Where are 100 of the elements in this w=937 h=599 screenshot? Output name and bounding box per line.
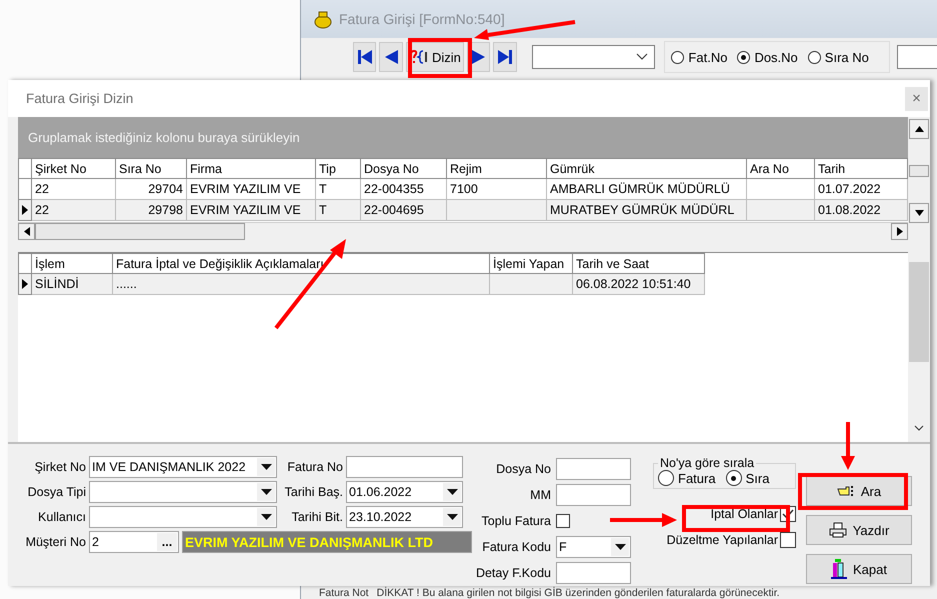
field-label: Kullanıcı <box>37 510 86 524</box>
table-cell: 29798 <box>116 200 187 221</box>
file-type-combo[interactable] <box>89 481 277 503</box>
table-cell: SİLİNDİ <box>32 274 113 295</box>
column-header[interactable]: Şirket No <box>32 158 116 179</box>
caret-icon <box>614 544 626 550</box>
caret-icon <box>446 514 458 520</box>
index-button[interactable]: Dizin <box>406 42 464 72</box>
row-indicator[interactable] <box>18 200 32 221</box>
input-field[interactable] <box>556 458 631 480</box>
field-label: Müşteri No <box>24 535 86 549</box>
caret-icon <box>260 464 272 470</box>
nav-button[interactable] <box>379 42 403 72</box>
checkbox[interactable] <box>556 514 570 528</box>
table-cell: 29704 <box>116 179 187 200</box>
field-label: Şirket No <box>34 460 86 474</box>
field-label: Dosya Tipi <box>26 485 86 499</box>
date-field[interactable]: 23.10.2022 <box>346 506 463 528</box>
row-pointer-icon <box>22 205 28 215</box>
column-header[interactable]: Tip <box>316 158 361 179</box>
money-bag-icon <box>313 9 333 29</box>
skip-arrow-icon <box>497 49 514 65</box>
search-combo[interactable] <box>532 45 656 69</box>
field-label: Fatura Kodu <box>481 540 551 554</box>
arrow-down-icon <box>914 210 924 216</box>
table-cell: EVRIM YAZILIM VE <box>187 179 316 200</box>
skip-arrow-icon <box>356 49 373 65</box>
radio-option[interactable]: Dos.No <box>737 50 798 64</box>
field-label: Tarihi Bit. <box>290 510 343 524</box>
column-header[interactable]: Sıra No <box>116 158 187 179</box>
nav-button[interactable] <box>493 42 517 72</box>
dialog-title: Fatura Girişi Dizin <box>26 91 134 106</box>
company-combo[interactable]: IM VE DANIŞMANLIK 2022 <box>89 456 277 478</box>
caret-icon <box>260 514 272 520</box>
window-title: Fatura Girişi [FormNo:540] <box>339 11 505 27</box>
input-field[interactable] <box>556 484 631 506</box>
field-label: Toplu Fatura <box>480 514 551 528</box>
table-cell: 01.07.2022 <box>815 179 908 200</box>
arrow-right-icon <box>896 227 902 236</box>
action-button[interactable]: Kapat <box>806 554 912 584</box>
action-button[interactable]: Ara <box>806 476 912 506</box>
scroll-thumb[interactable] <box>909 262 929 362</box>
vertical-scrollbar[interactable] <box>908 252 930 442</box>
column-header[interactable]: Ara No <box>747 158 815 179</box>
checkbox-option[interactable]: Düzeltme Yapılanlar <box>666 529 796 551</box>
vertical-scrollbar[interactable] <box>908 117 930 223</box>
field-label: MM <box>529 488 551 502</box>
input-field[interactable] <box>556 562 631 584</box>
column-header[interactable]: İşlem <box>32 253 113 274</box>
column-header[interactable]: Dosya No <box>361 158 447 179</box>
column-header[interactable]: Tarih <box>815 158 908 179</box>
column-header[interactable]: Fatura İptal ve Değişiklik Açıklamaları <box>113 253 490 274</box>
close-button[interactable]: × <box>905 86 928 110</box>
code-combo[interactable]: F <box>556 536 631 558</box>
scroll-thumb[interactable] <box>35 223 245 240</box>
table-cell: 01.08.2022 <box>815 200 908 221</box>
input-field[interactable] <box>897 45 937 69</box>
field-label: Dosya No <box>495 462 551 476</box>
group-panel-hint: Gruplamak istediğiniz kolonu buraya sürükleyin <box>18 117 908 158</box>
radio-option[interactable]: Fat.No <box>671 50 728 64</box>
horizontal-scrollbar[interactable] <box>18 222 908 241</box>
table-cell: T <box>316 200 361 221</box>
caret-icon <box>446 489 458 495</box>
customer-name: EVRIM YAZILIM VE DANIŞMANLIK LTD <box>182 531 472 553</box>
column-header[interactable]: Firma <box>187 158 316 179</box>
checkbox-option[interactable]: İptal Olanlar <box>710 503 796 525</box>
input-field[interactable] <box>346 456 463 478</box>
row-indicator[interactable] <box>18 274 32 295</box>
table-cell: 22 <box>32 179 116 200</box>
table-cell: 22-004355 <box>361 179 447 200</box>
table-cell: EVRIM YAZILIM VE <box>187 200 316 221</box>
customer-field[interactable]: 2 ... <box>89 531 179 553</box>
user-combo[interactable] <box>89 506 277 528</box>
table-cell: 06.08.2022 10:51:40 <box>573 274 705 295</box>
radio-option[interactable]: Sıra <box>726 470 770 486</box>
arrow-icon <box>470 49 487 65</box>
browse-button[interactable]: ... <box>157 533 177 551</box>
field-label: Tarihi Baş. <box>284 485 343 499</box>
action-button[interactable]: Yazdır <box>806 515 912 545</box>
column-header[interactable]: Rejim <box>447 158 547 179</box>
chevron-down-icon <box>914 425 924 431</box>
scroll-thumb[interactable] <box>909 165 929 177</box>
table-cell: T <box>316 179 361 200</box>
header-corner <box>18 158 32 179</box>
caret-icon <box>260 489 272 495</box>
table-cell: ...... <box>113 274 490 295</box>
column-header[interactable]: İşlemi Yapan <box>490 253 573 274</box>
nav-button[interactable] <box>353 42 376 72</box>
radio-option[interactable]: Fatura <box>658 470 716 486</box>
radio-option[interactable]: Sıra No <box>808 50 869 64</box>
exit-figure-icon <box>831 559 847 579</box>
column-header[interactable]: Gümrük <box>547 158 747 179</box>
row-pointer-icon <box>22 279 28 289</box>
column-header[interactable]: Tarih ve Saat <box>573 253 705 274</box>
date-field[interactable]: 01.06.2022 <box>346 481 463 503</box>
table-cell: AMBARLI GÜMRÜK MÜDÜRLÜ <box>547 179 747 200</box>
printer-icon <box>828 522 847 538</box>
table-cell: 22 <box>32 200 116 221</box>
check-icon <box>782 509 794 519</box>
arrow-up-icon <box>914 126 924 132</box>
